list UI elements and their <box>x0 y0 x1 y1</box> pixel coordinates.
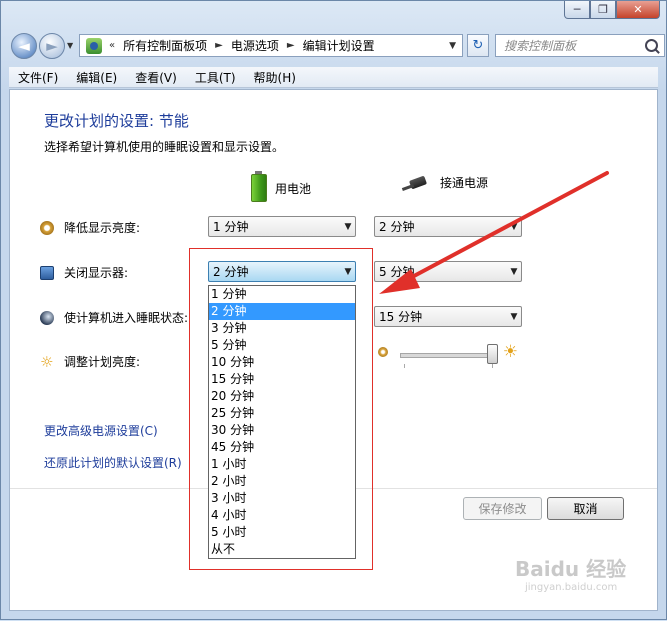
annotation-arrow <box>379 171 609 294</box>
control-panel-window: ─ ❐ ✕ ◄ ► ▼ « 所有控制面板项 ► 电源选项 ► 编辑计划设置 ▼ … <box>0 0 667 620</box>
